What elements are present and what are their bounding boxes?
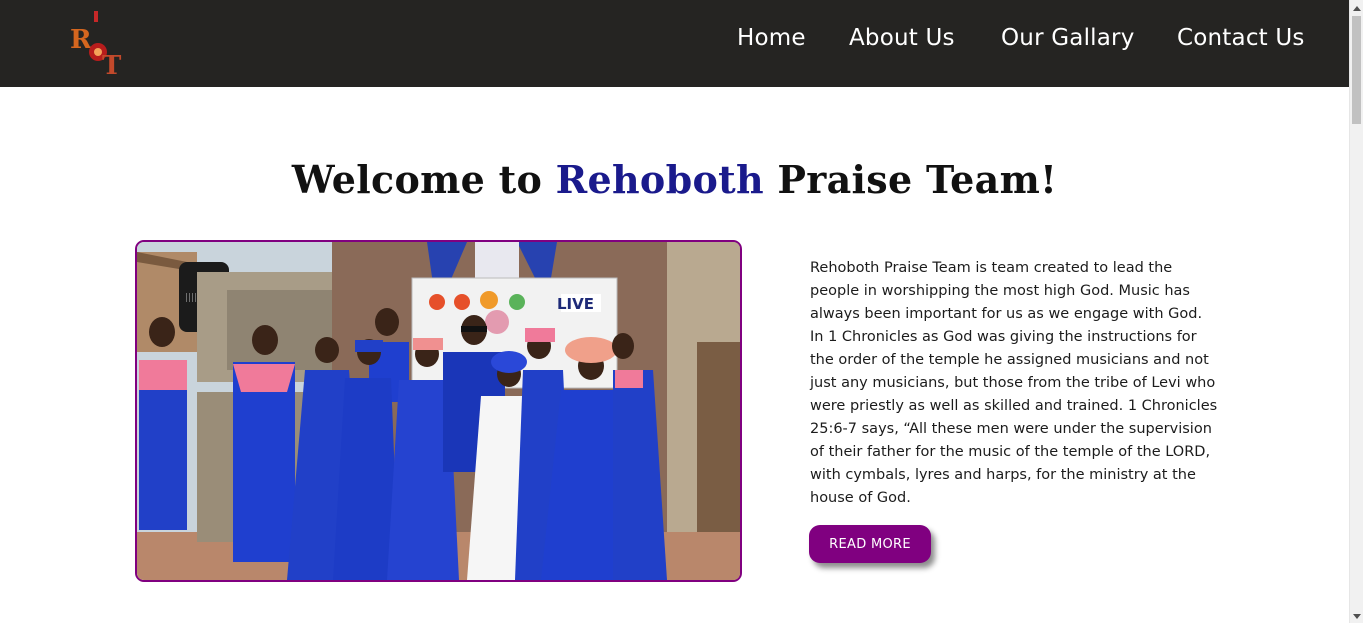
title-brand: Rehoboth bbox=[555, 157, 764, 202]
nav-about-link[interactable]: About Us bbox=[849, 25, 955, 51]
about-paragraph: Rehoboth Praise Team is team created to … bbox=[810, 260, 1218, 506]
scroll-up-arrow-icon[interactable] bbox=[1350, 1, 1363, 15]
site-logo[interactable]: R T bbox=[66, 8, 128, 81]
nav-home-link[interactable]: Home bbox=[737, 25, 806, 51]
svg-text:R: R bbox=[70, 25, 92, 55]
page-title: Welcome to Rehoboth Praise Team! bbox=[0, 157, 1349, 202]
nav-gallery-link[interactable]: Our Gallary bbox=[1001, 25, 1135, 51]
team-photo: ||||| LIVE bbox=[135, 240, 742, 582]
scroll-thumb[interactable] bbox=[1352, 16, 1361, 124]
read-more-button[interactable]: READ MORE bbox=[809, 525, 931, 563]
title-suffix: Praise Team! bbox=[763, 157, 1058, 202]
title-prefix: Welcome to bbox=[291, 157, 556, 202]
navbar: R T Home About Us Our Gallary Contact Us bbox=[0, 0, 1349, 87]
nav-contact-link[interactable]: Contact Us bbox=[1177, 25, 1305, 51]
scroll-down-arrow-icon[interactable] bbox=[1350, 608, 1363, 622]
svg-text:T: T bbox=[102, 51, 122, 78]
photo-banner-text: LIVE bbox=[557, 295, 594, 313]
page-scrollbar[interactable] bbox=[1349, 0, 1363, 623]
